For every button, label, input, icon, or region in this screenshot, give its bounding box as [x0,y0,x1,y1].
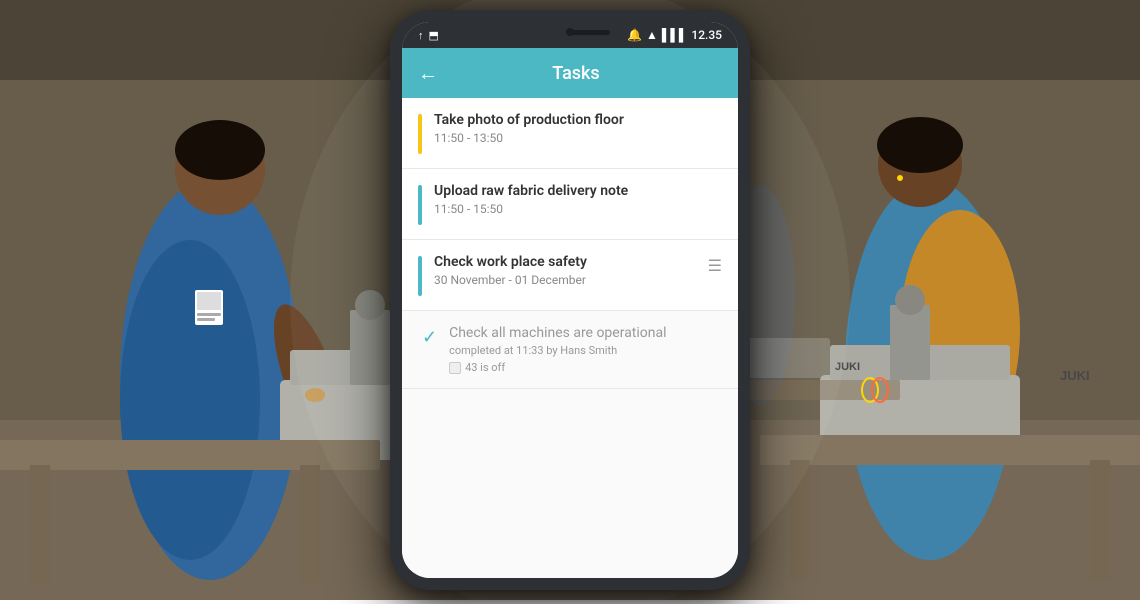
task-title-1: Take photo of production floor [434,112,722,128]
phone-screen: ↑ ⬒ 🔔 ▲ ▌▌▌ 12.35 ← Tasks [402,22,738,578]
task-content-1: Take photo of production floor 11:50 - 1… [434,112,722,145]
task-time-1: 11:50 - 13:50 [434,131,722,145]
phone-device: ↑ ⬒ 🔔 ▲ ▌▌▌ 12.35 ← Tasks [390,10,750,590]
task-completed-text: completed at 11:33 by Hans Smith [449,344,722,357]
task-accent-3 [418,256,422,296]
check-icon: ✓ [422,327,437,348]
task-time-3: 30 November - 01 December [434,273,696,287]
task-content-2: Upload raw fabric delivery note 11:50 - … [434,183,722,216]
phone-speaker [570,30,610,35]
app-title: Tasks [450,63,702,84]
task-item-3[interactable]: Check work place safety 30 November - 01… [402,240,738,311]
task-time-2: 11:50 - 15:50 [434,202,722,216]
task-list-icon: ☰ [708,256,722,275]
task-item-1[interactable]: Take photo of production floor 11:50 - 1… [402,98,738,169]
task-content-4: Check all machines are operational compl… [449,325,722,374]
task-accent-1 [418,114,422,154]
task-title-4: Check all machines are operational [449,325,722,341]
task-accent-2 [418,185,422,225]
checkbox-label: 43 is off [465,361,505,374]
task-content-3: Check work place safety 30 November - 01… [434,254,696,287]
status-icons-left: ↑ ⬒ [418,29,439,42]
app-header: ← Tasks [402,48,738,98]
task-item-2[interactable]: Upload raw fabric delivery note 11:50 - … [402,169,738,240]
task-title-2: Upload raw fabric delivery note [434,183,722,199]
task-item-4[interactable]: ✓ Check all machines are operational com… [402,311,738,389]
upload-icon: ↑ [418,29,424,42]
signal-icon: ▌▌▌ [662,28,688,42]
phone-frame: ↑ ⬒ 🔔 ▲ ▌▌▌ 12.35 ← Tasks [390,10,750,590]
wifi-icon: ▲ [646,28,658,42]
status-time: 12.35 [691,28,722,42]
task-list: Take photo of production floor 11:50 - 1… [402,98,738,578]
checkbox-icon[interactable] [449,362,461,374]
alarm-icon: 🔔 [627,28,642,42]
back-button[interactable]: ← [418,61,438,86]
phone-camera [566,28,574,36]
download-icon: ⬒ [429,29,439,42]
task-title-3: Check work place safety [434,254,696,270]
status-icons-right: 🔔 ▲ ▌▌▌ 12.35 [627,28,722,42]
task-checkbox-item: 43 is off [449,361,722,374]
